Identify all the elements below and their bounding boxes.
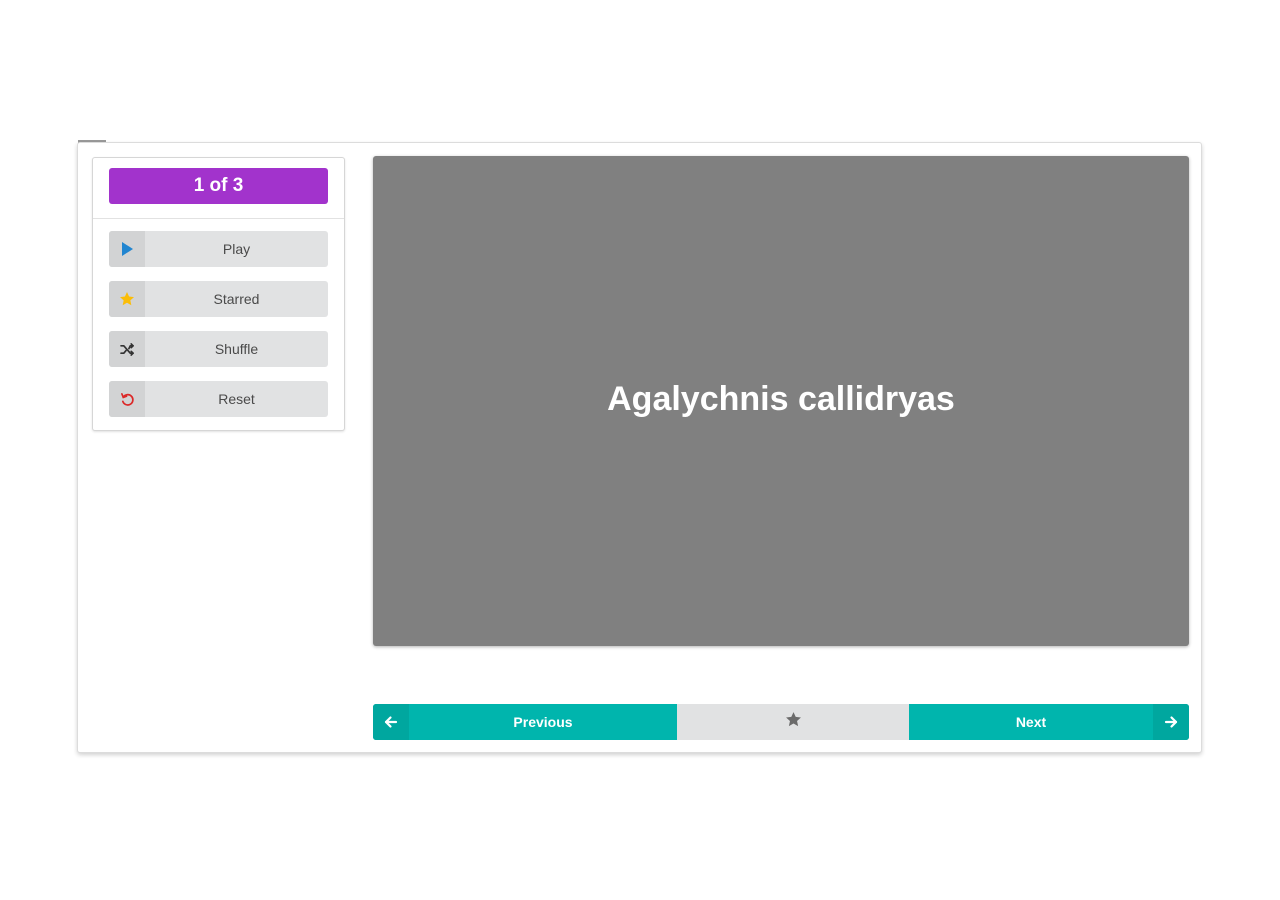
arrow-right-icon bbox=[1153, 704, 1189, 740]
play-icon bbox=[109, 231, 145, 267]
reset-button[interactable]: Reset bbox=[109, 381, 328, 417]
starred-button[interactable]: Starred bbox=[109, 281, 328, 317]
star-card-button[interactable] bbox=[677, 704, 909, 740]
star-icon bbox=[785, 711, 802, 733]
next-button[interactable]: Next bbox=[909, 704, 1189, 740]
previous-button-label: Previous bbox=[513, 714, 573, 730]
undo-icon bbox=[109, 381, 145, 417]
star-icon bbox=[109, 281, 145, 317]
reset-button-label: Reset bbox=[218, 391, 255, 407]
shuffle-button-label: Shuffle bbox=[214, 341, 259, 357]
shuffle-icon bbox=[109, 331, 145, 367]
sidebar-divider bbox=[93, 218, 344, 219]
starred-button-label: Starred bbox=[213, 291, 260, 307]
flashcard[interactable]: Agalychnis callidryas bbox=[373, 156, 1189, 646]
card-counter: 1 of 3 bbox=[109, 168, 328, 204]
previous-button[interactable]: Previous bbox=[373, 704, 677, 740]
sidebar-panel: 1 of 3 Play Starred Shuffle Reset bbox=[92, 157, 345, 431]
next-button-label: Next bbox=[1015, 714, 1047, 730]
play-button-label: Play bbox=[222, 241, 251, 257]
arrow-left-icon bbox=[373, 704, 409, 740]
play-button[interactable]: Play bbox=[109, 231, 328, 267]
card-navigation: Previous Next bbox=[373, 704, 1189, 740]
shuffle-button[interactable]: Shuffle bbox=[109, 331, 328, 367]
card-term: Agalychnis callidryas bbox=[607, 379, 955, 418]
